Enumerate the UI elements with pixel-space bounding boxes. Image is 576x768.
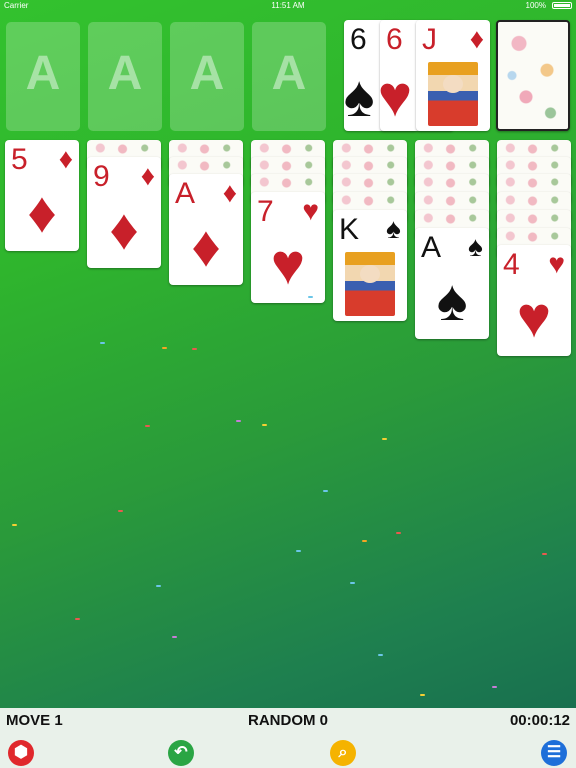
confetti-piece: [420, 694, 425, 696]
undo-icon: ↶: [174, 744, 188, 761]
confetti-piece: [396, 532, 401, 534]
waste-card-top[interactable]: J ♦: [416, 20, 490, 131]
tableau-card-col1[interactable]: 5 ♦ ♦: [5, 140, 79, 251]
confetti-piece: [75, 618, 80, 620]
confetti-piece: [192, 348, 197, 350]
cube-icon: ⬢: [14, 744, 28, 761]
status-bar: Carrier 11:51 AM 100%: [0, 0, 576, 12]
foundation-label: A: [271, 47, 307, 100]
tableau-card-col3[interactable]: A ♦ ♦: [169, 174, 243, 285]
foundation-label: A: [25, 47, 61, 100]
card-rank: 4: [503, 248, 520, 281]
bottom-toolbar: MOVE 1 RANDOM 0 00:00:12 ⬢ ↶ ⌕ ☰: [0, 708, 576, 768]
battery-percent: 100%: [525, 1, 546, 10]
menu-button[interactable]: ☰: [541, 740, 567, 766]
confetti-piece: [323, 490, 328, 492]
tableau-card-col6[interactable]: A ♠ ♠: [415, 228, 489, 339]
hint-button[interactable]: ⌕: [330, 740, 356, 766]
confetti-piece: [382, 438, 387, 440]
confetti-piece: [100, 342, 105, 344]
king-face-icon: [345, 252, 395, 316]
foundation-slot-1[interactable]: A: [6, 22, 80, 131]
foundation-slot-2[interactable]: A: [88, 22, 162, 131]
heart-icon: ♥: [270, 232, 306, 297]
card-rank: A: [175, 177, 196, 210]
clock: 11:51 AM: [271, 1, 305, 10]
search-icon: ⌕: [338, 744, 348, 761]
card-rank: J: [422, 23, 437, 56]
diamond-icon: ♦: [191, 214, 221, 279]
heart-icon: ♥: [516, 285, 552, 350]
card-rank: A: [421, 231, 442, 264]
timer: 00:00:12: [509, 712, 570, 729]
undo-button[interactable]: ↶: [168, 740, 194, 766]
confetti-piece: [362, 540, 367, 542]
tableau-card-col4[interactable]: 7 ♥ ♥: [251, 192, 325, 303]
diamond-icon: ♦: [140, 160, 155, 191]
diamond-icon: ♦: [58, 143, 73, 174]
tableau-card-col2[interactable]: 9 ♦ ♦: [87, 157, 161, 268]
floral-back-icon: [498, 22, 568, 129]
new-game-button[interactable]: ⬢: [8, 740, 34, 766]
diamond-icon: ♦: [27, 180, 57, 245]
confetti-piece: [12, 524, 17, 526]
card-rank: K: [339, 213, 360, 246]
confetti-piece: [145, 425, 150, 427]
card-rank: 7: [257, 195, 274, 228]
game-mode-label: RANDOM 0: [247, 712, 328, 729]
card-rank: 6: [386, 23, 403, 56]
confetti-piece: [118, 510, 123, 512]
card-rank: 9: [93, 160, 110, 193]
confetti-piece: [162, 347, 167, 349]
confetti-piece: [492, 686, 497, 688]
foundation-slot-3[interactable]: A: [170, 22, 244, 131]
spade-icon: ♠: [468, 231, 483, 262]
confetti-piece: [236, 420, 241, 422]
confetti-piece: [296, 550, 301, 552]
foundation-slot-4[interactable]: A: [252, 22, 326, 131]
stock-pile[interactable]: [496, 20, 570, 131]
diamond-icon: ♦: [222, 177, 237, 208]
heart-icon: ♥: [548, 248, 565, 279]
spade-icon: ♠: [436, 268, 468, 333]
confetti-piece: [156, 585, 161, 587]
tableau-card-col5[interactable]: K ♠: [333, 210, 407, 321]
diamond-icon: ♦: [109, 197, 139, 262]
confetti-piece: [172, 636, 177, 638]
confetti-piece: [542, 553, 547, 555]
heart-icon: ♥: [302, 195, 319, 226]
diamond-icon: ♦: [469, 23, 484, 54]
card-rank: 6: [350, 23, 367, 56]
game-board: Carrier 11:51 AM 100% A A A A 6 ♠ 6 ♥ J …: [0, 0, 576, 768]
card-rank: 5: [11, 143, 28, 176]
menu-icon: ☰: [546, 744, 562, 761]
battery-icon: [552, 2, 572, 9]
confetti-piece: [350, 582, 355, 584]
confetti-piece: [262, 424, 267, 426]
jack-face-icon: [428, 62, 478, 126]
foundation-label: A: [107, 47, 143, 100]
confetti-piece: [378, 654, 383, 656]
tableau-card-col7[interactable]: 4 ♥ ♥: [497, 245, 571, 356]
confetti-piece: [308, 296, 313, 298]
spade-icon: ♠: [386, 213, 401, 244]
foundation-label: A: [189, 47, 225, 100]
